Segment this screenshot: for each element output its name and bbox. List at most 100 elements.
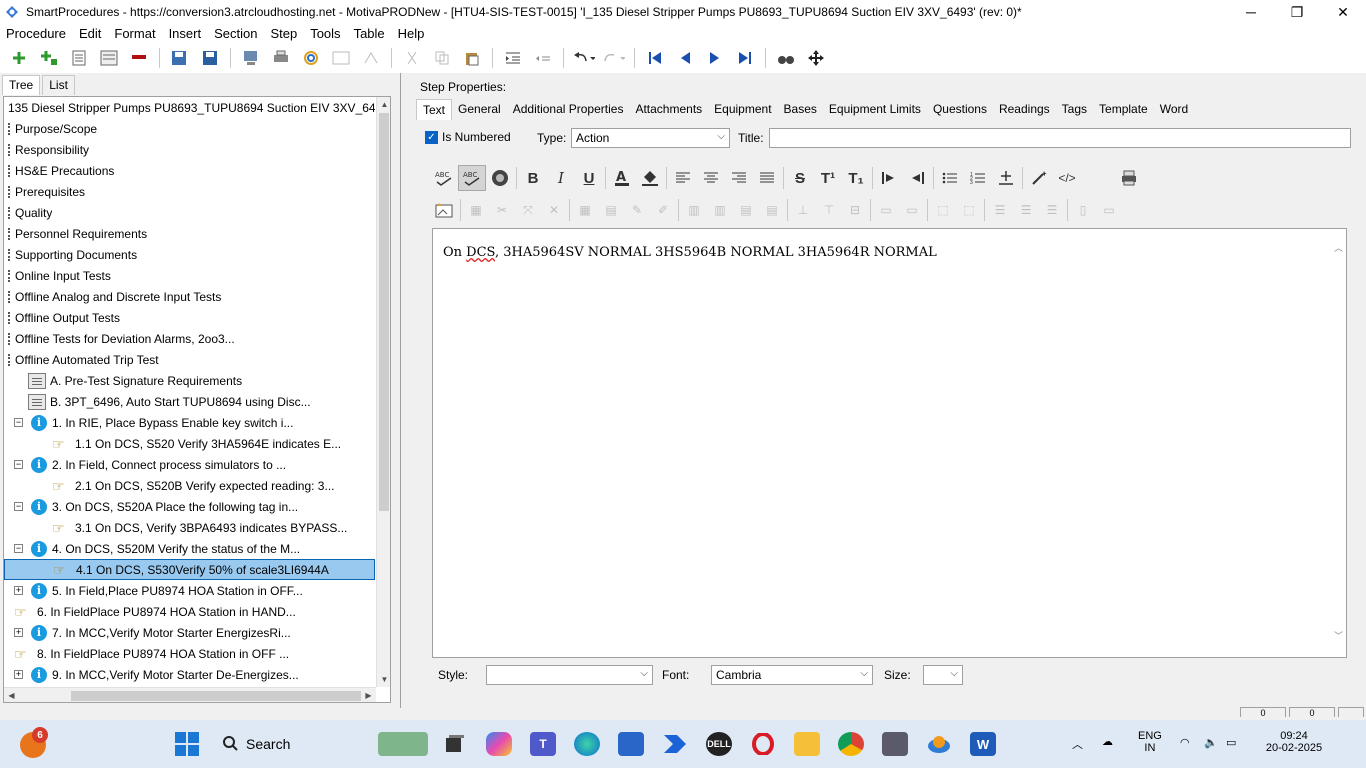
- tree-item[interactable]: ☞ 2.1 On DCS, S520B Verify expected readi…: [4, 475, 375, 496]
- menu-procedure[interactable]: Procedure: [6, 26, 66, 41]
- tree-item[interactable]: Online Input Tests: [4, 265, 375, 286]
- wifi-icon[interactable]: ◠: [1180, 736, 1190, 749]
- file-explorer-icon[interactable]: [794, 732, 820, 756]
- delete-row-icon[interactable]: ▤: [759, 197, 785, 223]
- print-icon[interactable]: [266, 45, 296, 71]
- insert-row-icon[interactable]: ▤: [733, 197, 759, 223]
- opera-icon[interactable]: [750, 732, 776, 756]
- scroll-right-icon[interactable]: ▶: [361, 688, 376, 702]
- menu-section[interactable]: Section: [214, 26, 257, 41]
- tree-item[interactable]: HS&E Precautions: [4, 160, 375, 181]
- tab-questions[interactable]: Questions: [927, 99, 993, 120]
- tab-equipment[interactable]: Equipment: [708, 99, 777, 120]
- tree-item[interactable]: ☞ 8. In FieldPlace PU8974 HOA Station in …: [4, 643, 375, 664]
- align-right-icon[interactable]: [725, 165, 753, 191]
- add-icon[interactable]: [4, 45, 34, 71]
- tree-item[interactable]: 135 Diesel Stripper Pumps PU8693_TUPU869…: [4, 97, 375, 118]
- align-center-icon[interactable]: [697, 165, 725, 191]
- tree-item[interactable]: Offline Tests for Deviation Alarms, 2oo3…: [4, 328, 375, 349]
- copilot-icon[interactable]: [486, 732, 512, 756]
- save-all-icon[interactable]: [165, 45, 195, 71]
- chevron-up-icon[interactable]: ︿: [1072, 736, 1083, 752]
- tree-item[interactable]: Responsibility: [4, 139, 375, 160]
- power-automate-icon[interactable]: [662, 732, 688, 756]
- properties-icon[interactable]: [94, 45, 124, 71]
- vertical-bar-icon[interactable]: ▯: [1070, 197, 1096, 223]
- teams-icon[interactable]: T: [530, 732, 556, 756]
- table-insert-icon[interactable]: ▦: [463, 197, 489, 223]
- scroll-left-icon[interactable]: ◀: [4, 688, 19, 702]
- smartprocedures-taskbar-icon[interactable]: [926, 732, 952, 756]
- tab-additional-properties[interactable]: Additional Properties: [507, 99, 630, 120]
- expand-icon[interactable]: +: [14, 586, 23, 595]
- tree-horizontal-scrollbar[interactable]: ◀ ▶: [4, 687, 376, 702]
- panel-splitter[interactable]: [400, 73, 405, 708]
- tree-item[interactable]: A. Pre-Test Signature Requirements: [4, 370, 375, 391]
- widgets-icon[interactable]: [378, 732, 428, 756]
- tree-item[interactable]: ☞ 4.1 On DCS, S530Verify 50% of scale3LI6…: [4, 559, 375, 580]
- hscroll-thumb[interactable]: [71, 691, 361, 701]
- save-icon[interactable]: [195, 45, 225, 71]
- table-delete-icon[interactable]: ✕: [541, 197, 567, 223]
- store-icon[interactable]: [618, 732, 644, 756]
- redo-icon[interactable]: [599, 45, 629, 71]
- color-wheel-icon[interactable]: [486, 165, 514, 191]
- superscript-icon[interactable]: T¹: [814, 165, 842, 191]
- tree-item[interactable]: ☞ 6. In FieldPlace PU8974 HOA Station in …: [4, 601, 375, 622]
- auto-spellcheck-icon[interactable]: ABC: [458, 165, 486, 191]
- tab-text[interactable]: Text: [416, 99, 453, 120]
- increase-indent-icon[interactable]: [875, 165, 903, 191]
- tree-item[interactable]: + i 7. In MCC,Verify Motor Starter Energiz…: [4, 622, 375, 643]
- table-edit-icon[interactable]: ✎: [624, 197, 650, 223]
- tab-bases[interactable]: Bases: [778, 99, 823, 120]
- row-above-icon[interactable]: ⊥: [790, 197, 816, 223]
- last-icon[interactable]: [730, 45, 760, 71]
- merge-cells-icon[interactable]: ▭: [873, 197, 899, 223]
- forward-icon[interactable]: [356, 45, 386, 71]
- maximize-button[interactable]: ❐: [1274, 0, 1320, 24]
- tree-item[interactable]: − i 1. In RIE, Place Bypass Enable key swi…: [4, 412, 375, 433]
- row-below-icon[interactable]: ⊤: [816, 197, 842, 223]
- tab-attachments[interactable]: Attachments: [629, 99, 708, 120]
- edge-icon[interactable]: [574, 732, 600, 756]
- tree-item[interactable]: Quality: [4, 202, 375, 223]
- tab-general[interactable]: General: [452, 99, 507, 120]
- misspelled-word[interactable]: DCS: [466, 245, 495, 260]
- volume-icon[interactable]: 🔈: [1204, 736, 1218, 749]
- list-icon[interactable]: [64, 45, 94, 71]
- align-bottom-icon[interactable]: ☰: [1039, 197, 1065, 223]
- step-text-editor[interactable]: On DCS, 3HA5964SV NORMAL 3HS5964B NORMAL…: [432, 228, 1347, 658]
- numbered-list-icon[interactable]: 123: [964, 165, 992, 191]
- tab-list[interactable]: List: [42, 75, 75, 95]
- chevron-down-icon[interactable]: ﹀: [1331, 629, 1346, 644]
- chrome-icon[interactable]: [838, 732, 864, 756]
- table-merge-icon[interactable]: ⤧: [515, 197, 541, 223]
- dell-icon[interactable]: DELL: [706, 732, 732, 756]
- tree-item[interactable]: Personnel Requirements: [4, 223, 375, 244]
- table-grid-icon[interactable]: ▦: [572, 197, 598, 223]
- font-select[interactable]: Cambria ⌵: [711, 665, 873, 685]
- subscript-icon[interactable]: T₁: [842, 165, 870, 191]
- paste-icon[interactable]: [457, 45, 487, 71]
- tree-item[interactable]: − i 3. On DCS, S520A Place the following t…: [4, 496, 375, 517]
- cell-right-icon[interactable]: ⬚: [956, 197, 982, 223]
- language-indicator[interactable]: ENG IN: [1138, 730, 1162, 754]
- menu-tools[interactable]: Tools: [310, 26, 340, 41]
- tab-word[interactable]: Word: [1154, 99, 1194, 120]
- size-select[interactable]: ⌵: [923, 665, 963, 685]
- expand-icon[interactable]: +: [14, 670, 23, 679]
- tree-vertical-scrollbar[interactable]: ▲ ▼: [376, 97, 390, 687]
- menu-table[interactable]: Table: [354, 26, 385, 41]
- cut-icon[interactable]: [397, 45, 427, 71]
- menu-edit[interactable]: Edit: [79, 26, 101, 41]
- indent-icon[interactable]: [498, 45, 528, 71]
- outdent-icon[interactable]: [528, 45, 558, 71]
- next-icon[interactable]: [700, 45, 730, 71]
- expand-icon[interactable]: +: [14, 628, 23, 637]
- split-cells-icon[interactable]: ▭: [899, 197, 925, 223]
- table-erase-icon[interactable]: ✐: [650, 197, 676, 223]
- tab-readings[interactable]: Readings: [993, 99, 1056, 120]
- editor-content[interactable]: On DCS, 3HA5964SV NORMAL 3HS5964B NORMAL…: [443, 245, 937, 260]
- type-select[interactable]: Action ⌵: [571, 128, 730, 148]
- align-top-icon[interactable]: ☰: [987, 197, 1013, 223]
